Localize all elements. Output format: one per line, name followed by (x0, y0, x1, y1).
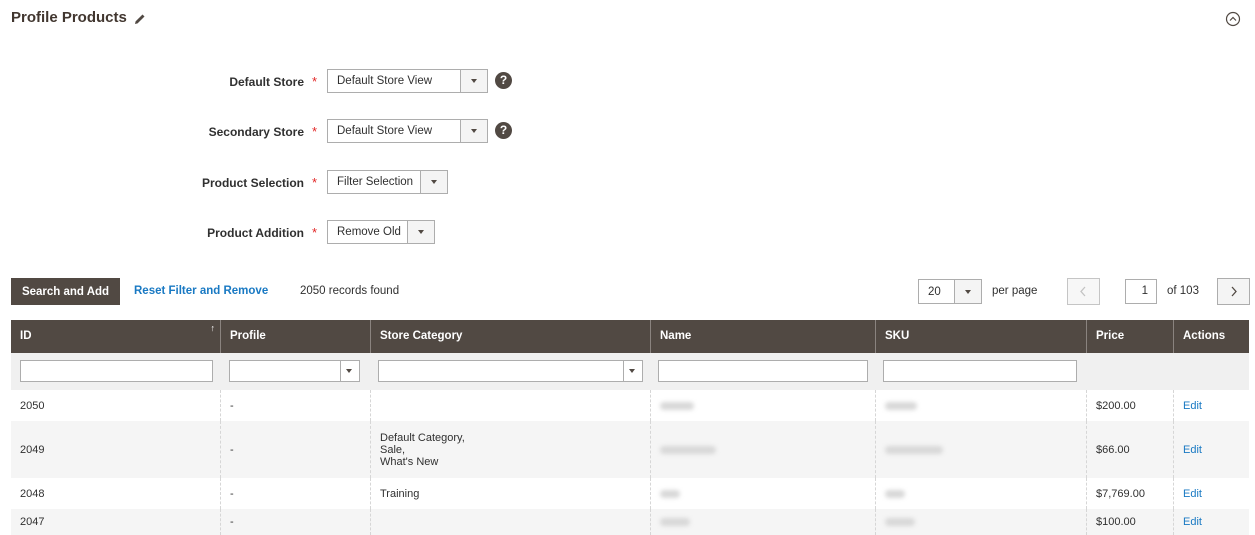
help-icon[interactable]: ? (495, 122, 512, 139)
product-selection-select[interactable]: Filter Selection (327, 170, 448, 194)
filter-profile-select[interactable] (229, 360, 360, 382)
secondary-store-label: Secondary Store (208, 125, 304, 139)
chevron-down-icon (623, 361, 642, 381)
cell-store-category: Training (370, 478, 650, 509)
required-mark: * (312, 225, 318, 240)
default-store-row: Default Store * Default Store View ? (0, 69, 600, 95)
chevron-down-icon (954, 280, 981, 303)
cell-id: 2049 (20, 443, 45, 456)
column-header-actions: Actions (1173, 320, 1249, 353)
secondary-store-select[interactable]: Default Store View (327, 119, 488, 143)
chevron-down-icon (407, 221, 434, 243)
chevron-down-icon (460, 120, 487, 142)
cell-price: $100.00 (1086, 509, 1173, 535)
per-page-label: per page (992, 285, 1038, 297)
default-store-label: Default Store (229, 75, 304, 89)
filter-id-input[interactable] (20, 360, 213, 382)
chevron-left-icon (1080, 286, 1086, 297)
edit-link[interactable]: Edit (1183, 488, 1202, 500)
cell-id: 2047 (20, 516, 45, 528)
reset-filter-link[interactable]: Reset Filter and Remove (134, 285, 268, 297)
cell-actions: Edit (1173, 421, 1249, 478)
cell-profile: - (220, 390, 370, 421)
table-row: 2049 - Default Category, Sale, What's Ne… (11, 421, 1249, 478)
cell-price: $66.00 (1086, 421, 1173, 478)
cell-name-redacted (650, 478, 875, 509)
product-addition-label: Product Addition (207, 226, 304, 240)
sort-arrow-icon: ↑ (210, 323, 216, 333)
per-page-select[interactable]: 20 (918, 279, 982, 304)
cell-sku-redacted (875, 509, 1086, 535)
product-addition-select[interactable]: Remove Old (327, 220, 435, 244)
cell-name-redacted (650, 509, 875, 535)
chevron-right-icon (1231, 286, 1237, 297)
edit-link[interactable]: Edit (1183, 444, 1202, 456)
cell-actions: Edit (1173, 478, 1249, 509)
cell-price: $200.00 (1086, 390, 1173, 421)
chevron-down-icon (340, 361, 359, 381)
pencil-icon[interactable] (134, 13, 146, 25)
page-number-input[interactable]: 1 (1125, 279, 1157, 304)
product-addition-row: Product Addition * Remove Old (0, 220, 600, 246)
chevron-down-icon (420, 171, 447, 193)
default-store-select[interactable]: Default Store View (327, 69, 488, 93)
total-pages: of 103 (1167, 285, 1199, 297)
filter-store-category-select[interactable] (378, 360, 643, 382)
cell-id: 2050 (20, 399, 45, 412)
cell-store-category (370, 390, 650, 421)
next-page-button[interactable] (1217, 278, 1250, 305)
column-header-profile[interactable]: Profile (220, 320, 370, 353)
table-row: 2048 - Training $7,769.00 Edit (11, 478, 1249, 509)
cell-store-category (370, 509, 650, 535)
grid-header: ID ↑ Profile Store Category Name SKU Pric… (11, 320, 1249, 353)
filter-row (11, 353, 1249, 390)
table-row: 2050 - $200.00 Edit (11, 390, 1249, 421)
category-line: Sale, (380, 443, 406, 456)
search-and-add-button[interactable]: Search and Add (11, 278, 120, 305)
records-count: 2050 records found (300, 285, 400, 297)
column-header-store-category[interactable]: Store Category (370, 320, 650, 353)
cell-profile: - (220, 509, 370, 535)
chevron-up-circle-icon[interactable] (1225, 11, 1241, 27)
page-title: Profile Products (11, 9, 127, 26)
cell-actions: Edit (1173, 390, 1249, 421)
product-selection-label: Product Selection (201, 176, 304, 190)
help-icon[interactable]: ? (495, 72, 512, 89)
filter-name-input[interactable] (658, 360, 868, 382)
cell-store-category: Default Category, Sale, What's New (370, 421, 650, 478)
cell-sku-redacted (875, 390, 1086, 421)
cell-price: $7,769.00 (1086, 478, 1173, 509)
required-mark: * (312, 124, 318, 139)
category-line: Default Category, (380, 431, 465, 444)
prev-page-button[interactable] (1067, 278, 1100, 305)
cell-name-redacted (650, 390, 875, 421)
product-selection-row: Product Selection * Filter Selection (0, 170, 600, 196)
cell-profile: - (220, 478, 370, 509)
cell-profile: - (220, 421, 370, 478)
required-mark: * (312, 74, 318, 89)
cell-id: 2048 (20, 487, 45, 500)
chevron-down-icon (460, 70, 487, 92)
column-header-id[interactable]: ID ↑ (11, 320, 220, 353)
cell-sku-redacted (875, 421, 1086, 478)
column-header-name[interactable]: Name (650, 320, 875, 353)
cell-actions: Edit (1173, 509, 1249, 535)
cell-name-redacted (650, 421, 875, 478)
edit-link[interactable]: Edit (1183, 400, 1202, 412)
column-header-price[interactable]: Price (1086, 320, 1173, 353)
secondary-store-row: Secondary Store * Default Store View ? (0, 119, 600, 145)
category-line: What's New (380, 455, 439, 468)
column-header-sku[interactable]: SKU (875, 320, 1086, 353)
required-mark: * (312, 175, 318, 190)
filter-sku-input[interactable] (883, 360, 1077, 382)
cell-sku-redacted (875, 478, 1086, 509)
table-row: 2047 - $100.00 Edit (11, 509, 1249, 535)
edit-link[interactable]: Edit (1183, 516, 1202, 528)
